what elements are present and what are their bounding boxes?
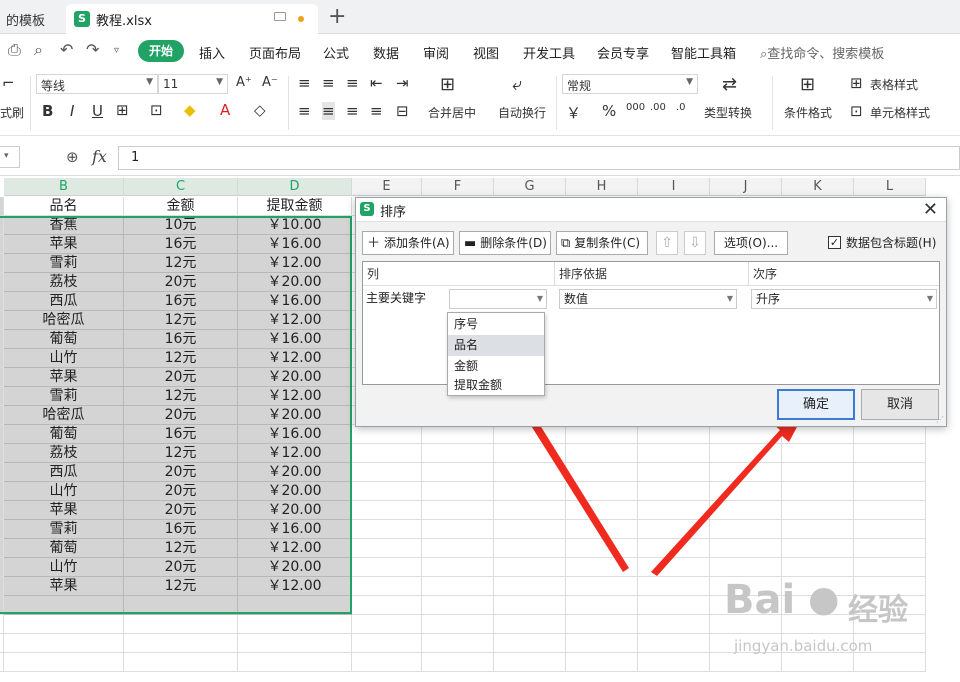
- dropdown-option-index[interactable]: 序号: [448, 314, 544, 335]
- dropdown-option-amount[interactable]: 金额: [448, 356, 544, 377]
- add-condition-button[interactable]: ＋添加条件(A): [362, 231, 454, 255]
- paw-icon: ●: [808, 579, 840, 620]
- copy-icon: ⧉: [561, 236, 571, 251]
- move-up-icon[interactable]: ⇧: [656, 231, 678, 255]
- move-down-icon[interactable]: ⇩: [684, 231, 706, 255]
- dropdown-option-name[interactable]: 品名: [448, 335, 544, 356]
- minus-icon: ▬: [464, 236, 477, 251]
- copy-condition-button[interactable]: ⧉ 复制条件(C): [556, 231, 648, 255]
- watermark-brand-cn: 经验: [848, 593, 908, 628]
- header-checkbox-label: 数据包含标题(H): [846, 236, 937, 250]
- baidu-watermark: Bai ● 经验 jingyan.baidu.com: [720, 575, 950, 665]
- plus-icon: ＋: [367, 236, 381, 251]
- watermark-brand: Bai: [724, 577, 796, 623]
- options-button[interactable]: 选项(O)...: [714, 231, 788, 255]
- sortby-header: 排序依据: [555, 262, 749, 286]
- header-checkbox[interactable]: ✓: [828, 236, 841, 249]
- dialog-title: 排序: [380, 205, 407, 220]
- resize-grip-icon[interactable]: ⋰: [936, 415, 944, 424]
- cancel-button[interactable]: 取消: [861, 389, 939, 420]
- column-header: 列: [363, 262, 555, 286]
- chevron-down-icon: ▼: [536, 294, 543, 303]
- order-header: 次序: [749, 262, 939, 286]
- close-icon[interactable]: ✕: [923, 199, 938, 220]
- red-arrow-right: [651, 408, 807, 576]
- primary-key-label: 主要关键字: [366, 291, 427, 305]
- column-select[interactable]: ▼: [449, 289, 547, 309]
- column-dropdown-list: 序号 品名 金额 提取金额: [447, 312, 545, 396]
- order-select[interactable]: 升序 ▼: [751, 289, 937, 309]
- sort-dialog: S 排序 ✕ ＋添加条件(A) ▬ 删除条件(D) ⧉ 复制条件(C) ⇧ ⇩ 选项…: [355, 197, 947, 427]
- ok-button[interactable]: 确定: [777, 389, 855, 420]
- sortby-select[interactable]: 数值 ▼: [559, 289, 737, 309]
- dialog-titlebar: S 排序 ✕: [356, 198, 946, 222]
- spreadsheet-icon: S: [360, 202, 374, 216]
- dropdown-option-extract[interactable]: 提取金额: [448, 375, 544, 396]
- watermark-url: jingyan.baidu.com: [734, 637, 873, 655]
- chevron-down-icon: ▼: [926, 294, 933, 303]
- chevron-down-icon: ▼: [726, 294, 733, 303]
- delete-condition-button[interactable]: ▬ 删除条件(D): [459, 231, 551, 255]
